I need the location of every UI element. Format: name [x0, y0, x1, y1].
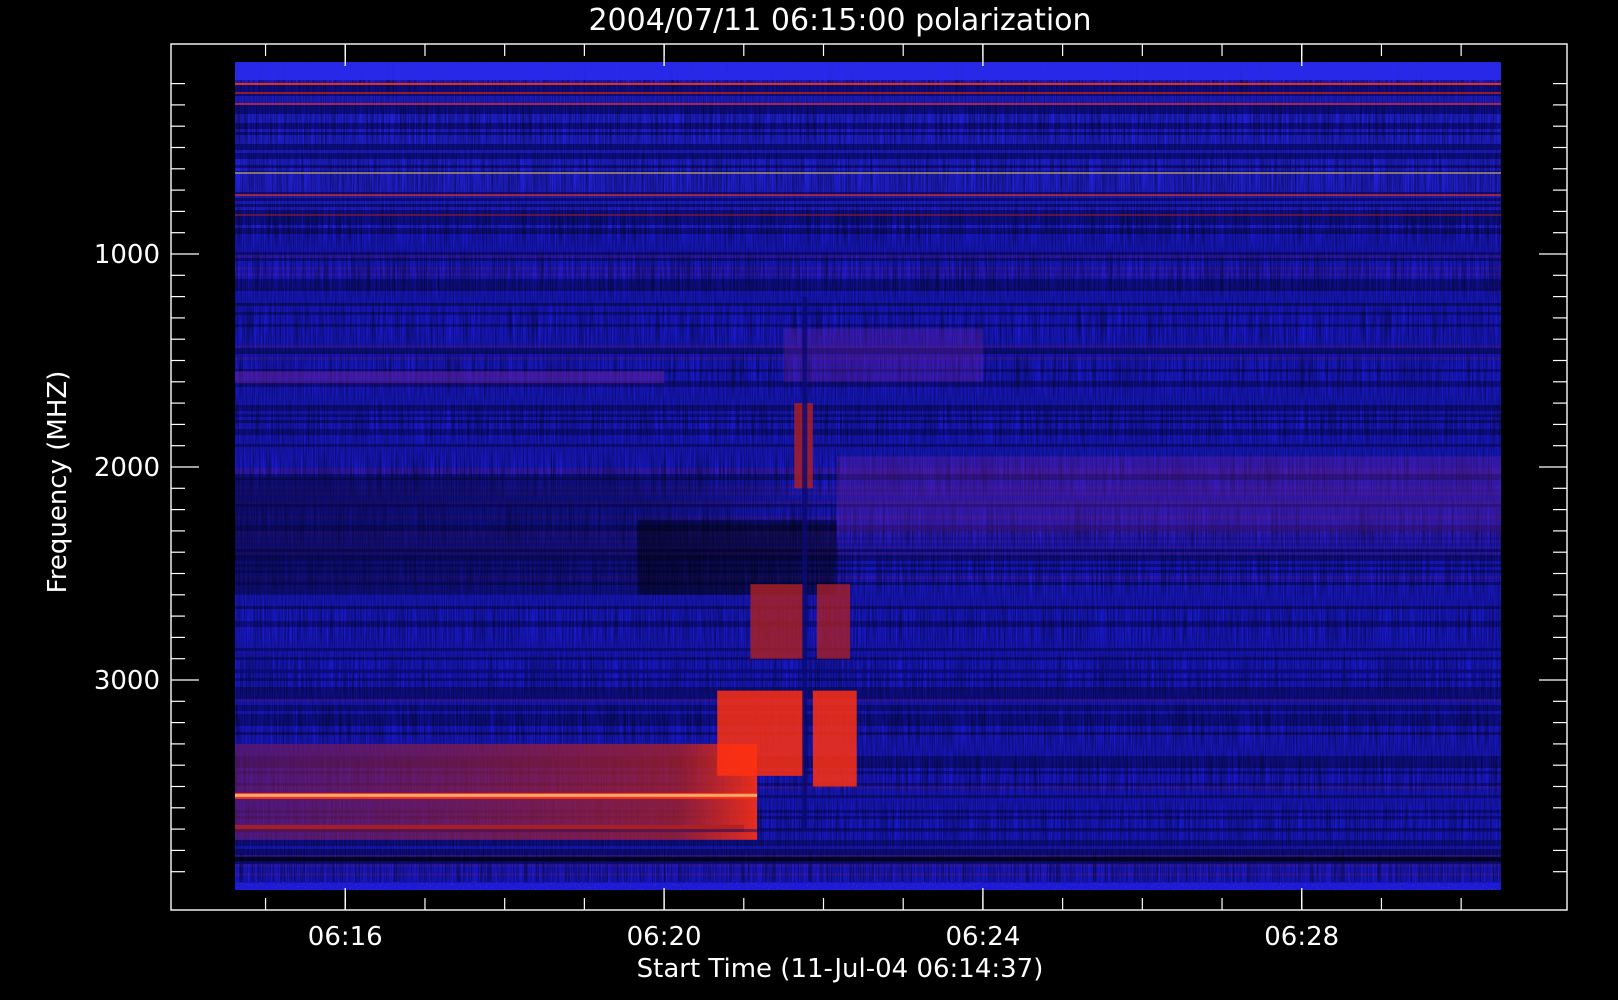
bottom-speckle — [235, 882, 1501, 890]
y-tick-label: 2000 — [94, 453, 160, 483]
interference-line — [235, 214, 1501, 216]
top-band — [235, 62, 1501, 80]
chart-title: 2004/07/11 06:15:00 polarization — [588, 3, 1091, 38]
flare-burst — [750, 584, 804, 659]
interference-line — [235, 194, 1501, 196]
dark-line — [235, 669, 1501, 674]
dark-band — [235, 861, 1501, 865]
red-tint-region — [836, 456, 1501, 531]
flare-burst — [717, 690, 804, 776]
x-tick-label: 06:20 — [627, 922, 702, 952]
x-tick-label: 06:16 — [308, 922, 383, 952]
interference-line — [235, 103, 1501, 105]
y-tick-label: 1000 — [94, 240, 160, 270]
x-axis-label: Start Time (11-Jul-04 06:14:37) — [637, 954, 1044, 984]
y-axis-label: Frequency (MHZ) — [43, 371, 73, 594]
interference-line — [235, 92, 1501, 94]
interference-line — [235, 172, 1501, 174]
flare-burst — [812, 690, 857, 787]
x-tick-label: 06:28 — [1264, 922, 1339, 952]
dark-band — [235, 856, 1501, 862]
dark-band — [235, 829, 1501, 833]
emission-line — [235, 793, 758, 797]
x-tick-label: 06:24 — [945, 922, 1020, 952]
burst-gap — [802, 296, 808, 830]
red-tint-region — [235, 371, 665, 384]
flare-burst — [816, 584, 851, 659]
spectrogram-chart: 06:16 06:20 06:24 06:28 1000 2000 3000 2004/0… — [43, 3, 1568, 984]
red-tint-region — [783, 328, 983, 382]
spectrogram-image — [235, 62, 1501, 890]
interference-line — [235, 83, 1501, 85]
y-tick-label: 3000 — [94, 666, 160, 696]
chart-stage: 06:16 06:20 06:24 06:28 1000 2000 3000 2004/0… — [0, 0, 1618, 1000]
